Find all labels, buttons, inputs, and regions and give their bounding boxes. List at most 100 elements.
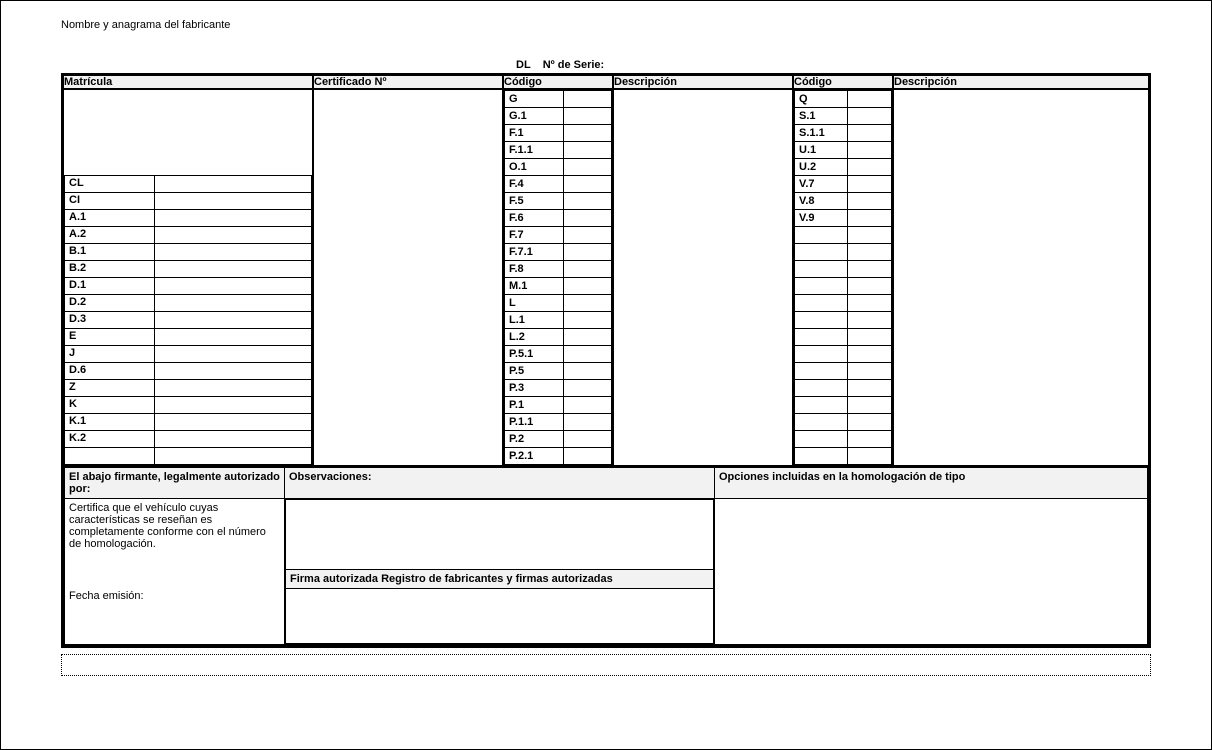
left-code-value — [155, 413, 312, 430]
code-value — [563, 380, 611, 397]
code-label — [795, 414, 848, 431]
code-label — [795, 363, 848, 380]
code-value — [848, 244, 892, 261]
dotted-footer-box — [61, 654, 1151, 676]
code-label: P.1.1 — [505, 414, 564, 431]
fecha-label: Fecha emisión: — [69, 590, 280, 602]
code-label: U.2 — [795, 159, 848, 176]
code-label: F.7.1 — [505, 244, 564, 261]
code-label — [795, 329, 848, 346]
code-label: O.1 — [505, 159, 564, 176]
firma-header: Firma autorizada Registro de fabricantes… — [286, 570, 714, 589]
code-value — [563, 108, 611, 125]
code-label — [795, 448, 848, 465]
cert-text: Certifica que el vehículo cuyas caracter… — [69, 502, 280, 550]
left-code-label: CL — [65, 175, 155, 192]
code-value — [563, 414, 611, 431]
left-code-label: K — [65, 396, 155, 413]
code-value — [848, 431, 892, 448]
code-value — [563, 142, 611, 159]
code-label: P.1 — [505, 397, 564, 414]
code-value — [563, 91, 611, 108]
code-label — [795, 261, 848, 278]
dl-serie-label: DL Nº de Serie: — [516, 59, 1151, 71]
code-value — [563, 397, 611, 414]
desc2-block — [893, 89, 1149, 466]
footer-table: El abajo firmante, legalmente autorizado… — [64, 467, 1148, 645]
code-label: M.1 — [505, 278, 564, 295]
code-label — [795, 295, 848, 312]
code-value — [563, 193, 611, 210]
code-label: L — [505, 295, 564, 312]
left-code-label: A.2 — [65, 226, 155, 243]
matricula-block: CLCIA.1A.2B.1B.2D.1D.2D.3EJD.6ZKK.1K.2 — [64, 90, 312, 465]
code-label: F.1 — [505, 125, 564, 142]
left-code-value — [155, 396, 312, 413]
code-label: Q — [795, 91, 848, 108]
main-form-table: Matrícula Certificado Nº Código Descripc… — [61, 73, 1151, 648]
code-value — [563, 176, 611, 193]
code-value — [563, 210, 611, 227]
code-value — [563, 159, 611, 176]
left-code-label: E — [65, 328, 155, 345]
code-value — [563, 431, 611, 448]
code-label: S.1 — [795, 108, 848, 125]
left-code-value — [155, 226, 312, 243]
code-label: G — [505, 91, 564, 108]
desc1-block — [613, 89, 793, 466]
code-value — [848, 227, 892, 244]
left-code-label: Z — [65, 379, 155, 396]
left-code-value — [155, 260, 312, 277]
left-code-value — [155, 328, 312, 345]
left-code-label: D.2 — [65, 294, 155, 311]
left-code-value — [155, 192, 312, 209]
code-value — [848, 414, 892, 431]
left-code-value — [155, 379, 312, 396]
left-code-value — [155, 430, 312, 447]
code-label: U.1 — [795, 142, 848, 159]
obs-body: Firma autorizada Registro de fabricantes… — [285, 499, 715, 645]
opt-body — [715, 499, 1148, 645]
left-code-value — [155, 447, 312, 464]
opt-header: Opciones incluidas en la homologación de… — [715, 468, 1148, 499]
left-code-label: K.2 — [65, 430, 155, 447]
code-label — [795, 312, 848, 329]
left-code-value — [155, 175, 312, 192]
left-code-label — [65, 447, 155, 464]
code-label: P.5.1 — [505, 346, 564, 363]
code-value — [563, 312, 611, 329]
code-label — [795, 346, 848, 363]
hdr-codigo-1: Código — [503, 75, 613, 89]
left-code-label: D.1 — [65, 277, 155, 294]
code-label: S.1.1 — [795, 125, 848, 142]
code-value — [563, 363, 611, 380]
code-label — [795, 397, 848, 414]
code-label: F.1.1 — [505, 142, 564, 159]
left-code-label: D.6 — [65, 362, 155, 379]
code-value — [848, 261, 892, 278]
code-value — [563, 244, 611, 261]
code-label: F.5 — [505, 193, 564, 210]
left-code-label: J — [65, 345, 155, 362]
code-label: P.2.1 — [505, 448, 564, 465]
code-value — [563, 295, 611, 312]
left-code-value — [155, 345, 312, 362]
signer-header: El abajo firmante, legalmente autorizado… — [65, 468, 285, 499]
code-value — [848, 380, 892, 397]
code-value — [848, 295, 892, 312]
code-label — [795, 380, 848, 397]
code-value — [848, 363, 892, 380]
code-value — [848, 346, 892, 363]
code-value — [848, 125, 892, 142]
code-value — [848, 91, 892, 108]
code-label: G.1 — [505, 108, 564, 125]
code-label: F.7 — [505, 227, 564, 244]
left-code-value — [155, 243, 312, 260]
code-value — [848, 312, 892, 329]
code-value — [848, 142, 892, 159]
code-label: F.6 — [505, 210, 564, 227]
signer-body: Certifica que el vehículo cuyas caracter… — [65, 499, 285, 645]
hdr-codigo-2: Código — [793, 75, 893, 89]
code-label: V.8 — [795, 193, 848, 210]
left-code-label: A.1 — [65, 209, 155, 226]
